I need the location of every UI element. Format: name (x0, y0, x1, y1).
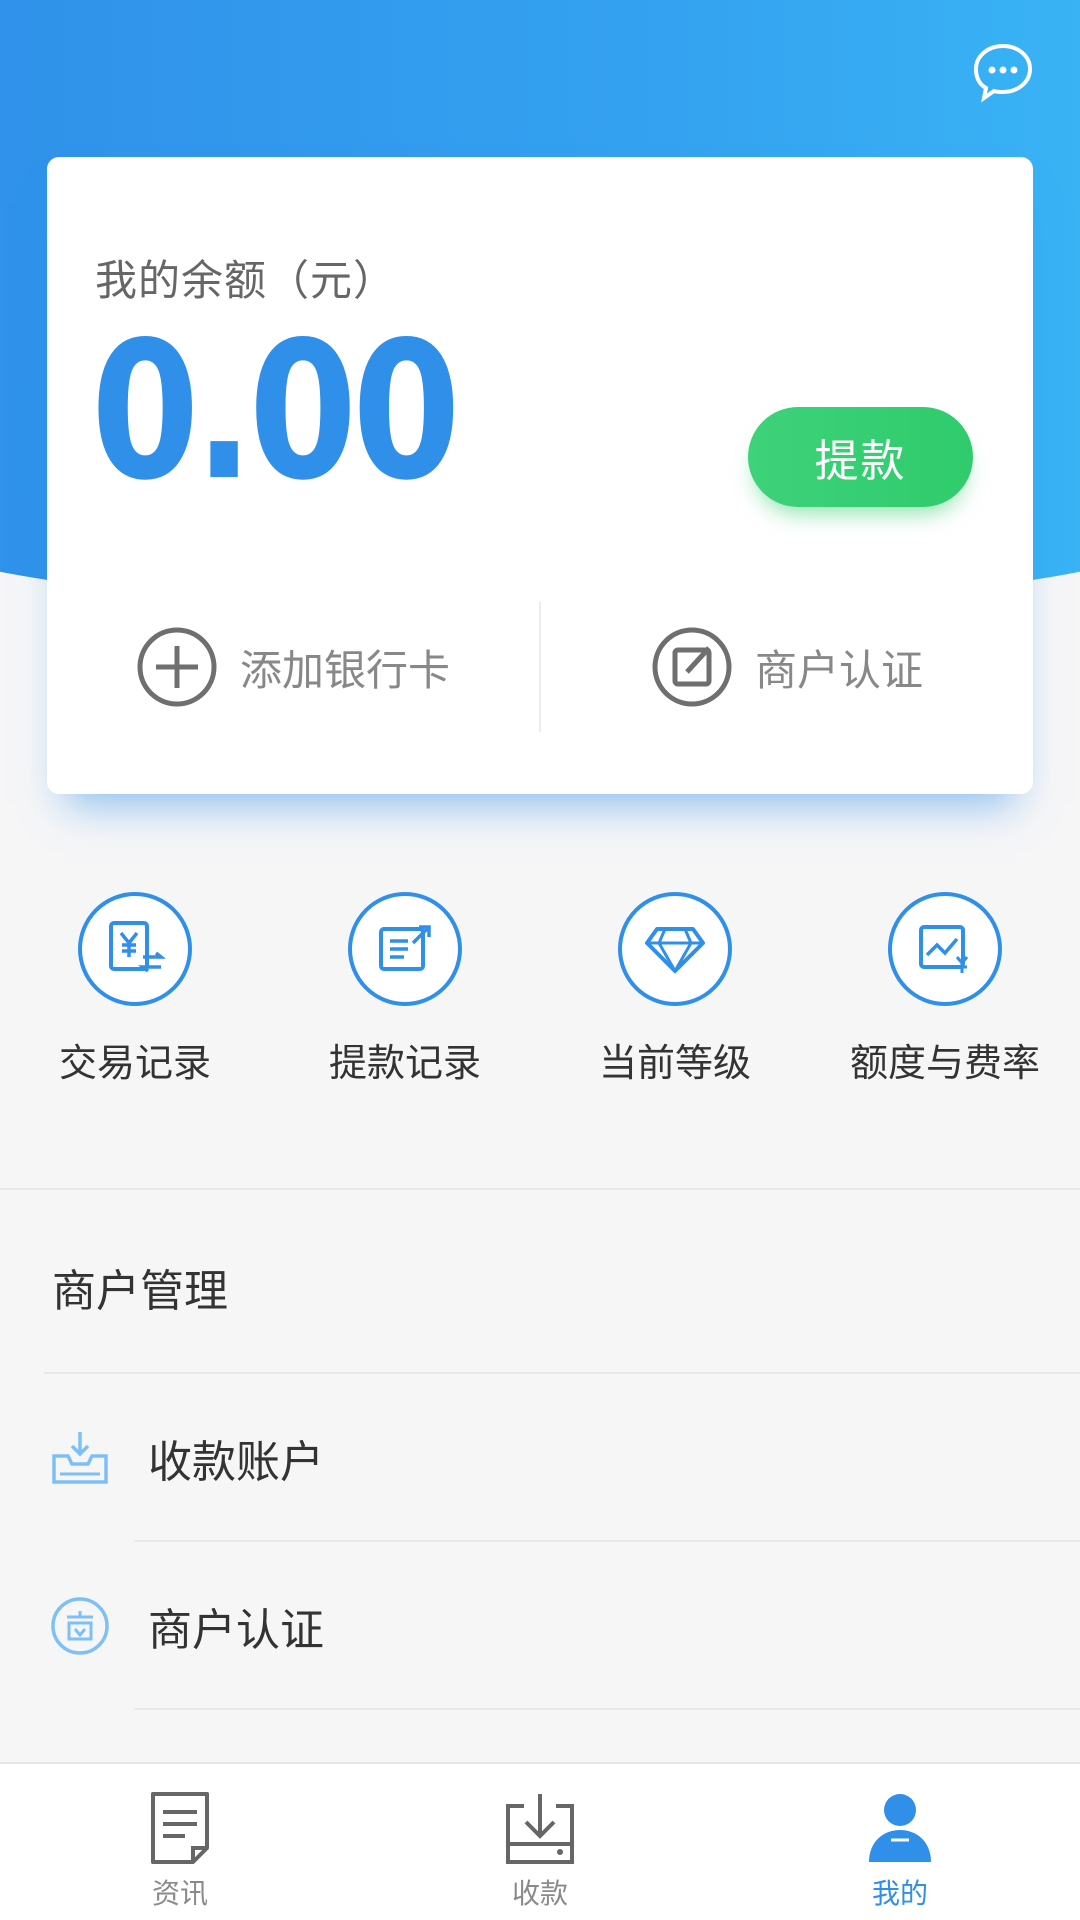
quick-item-transaction-records[interactable]: 交易记录 (0, 892, 270, 1092)
withdraw-button[interactable]: 提款 (748, 407, 973, 507)
tab-label: 资讯 (151, 1877, 208, 1910)
my-account-screen: 我的余额（元） 0.00 提款 添加银行卡 商户认证 交易记录 提款记录 当前等… (0, 0, 1080, 1920)
quick-item-label: 当前等级 (598, 1041, 751, 1085)
tab-receive[interactable]: 收款 (360, 1764, 720, 1920)
quick-item-label: 提款记录 (328, 1041, 481, 1085)
receive-tray-icon (52, 1432, 108, 1484)
user-icon (869, 1794, 931, 1862)
card-actions: 添加银行卡 商户认证 (47, 587, 1033, 747)
list-item-label: 商户认证 (148, 1605, 324, 1656)
diamond-icon (645, 927, 705, 975)
merchant-verify-button[interactable]: 商户认证 (541, 587, 1033, 747)
edit-circle-icon (652, 627, 732, 707)
balance-amount: 0.00 (91, 301, 461, 522)
quick-menu: 交易记录 提款记录 当前等级 额度与费率 (0, 892, 1080, 1092)
list-divider (134, 1540, 1080, 1542)
add-bank-card-label: 添加银行卡 (239, 645, 450, 695)
tab-mine[interactable]: 我的 (720, 1764, 1080, 1920)
quick-icon-ring (348, 892, 462, 1006)
news-doc-icon (151, 1792, 209, 1864)
quick-icon-ring (618, 892, 732, 1006)
list-item-merchant-verify[interactable]: 商户认证 (0, 1546, 1080, 1706)
quick-icon-ring (78, 892, 192, 1006)
tab-label: 收款 (511, 1877, 568, 1910)
add-bank-card-button[interactable]: 添加银行卡 (47, 587, 539, 747)
message-button[interactable] (970, 40, 1036, 106)
quick-item-current-level[interactable]: 当前等级 (540, 892, 810, 1092)
balance-card: 我的余额（元） 0.00 提款 添加银行卡 商户认证 (47, 157, 1033, 794)
merchant-verify-label: 商户认证 (754, 645, 923, 695)
list-icon-wrap (42, 1428, 118, 1488)
yen-exchange-icon (109, 921, 166, 973)
list-item-receive-account[interactable]: 收款账户 (0, 1378, 1080, 1538)
quick-item-withdraw-records[interactable]: 提款记录 (270, 892, 540, 1092)
withdraw-record-icon (379, 925, 431, 971)
tab-news[interactable]: 资讯 (0, 1764, 360, 1920)
quick-item-label: 交易记录 (58, 1041, 211, 1085)
section-divider (0, 1188, 1080, 1190)
bottom-tab-bar: 资讯 收款 我的 (0, 1762, 1080, 1920)
chat-bubble-icon (973, 43, 1033, 103)
section-divider (44, 1372, 1080, 1374)
section-title: 商户管理 (52, 1266, 228, 1317)
download-tray-icon (506, 1794, 574, 1864)
quick-item-label: 额度与费率 (849, 1041, 1040, 1085)
list-item-label: 收款账户 (148, 1437, 324, 1488)
merchant-badge-icon (51, 1597, 109, 1655)
tab-label: 我的 (871, 1877, 928, 1910)
rate-chart-icon (919, 925, 969, 973)
balance-label: 我的余额（元） (95, 256, 397, 305)
quick-icon-ring (888, 892, 1002, 1006)
quick-item-limit-rate[interactable]: 额度与费率 (810, 892, 1080, 1092)
list-divider (134, 1708, 1080, 1710)
list-icon-wrap (42, 1595, 118, 1657)
plus-circle-icon (137, 627, 217, 707)
